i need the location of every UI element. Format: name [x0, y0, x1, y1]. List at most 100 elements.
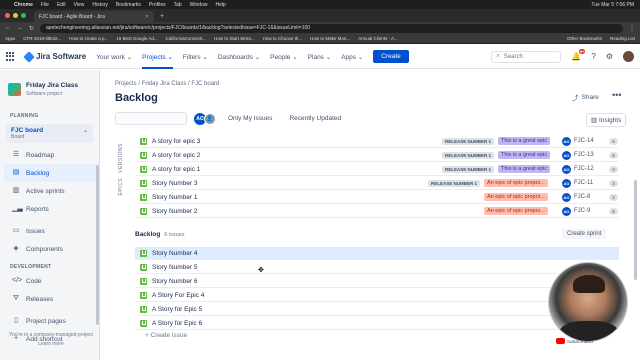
- jira-logo[interactable]: Jira Software: [23, 50, 86, 63]
- nav-projects[interactable]: Projects ⌄: [142, 53, 173, 69]
- sidebar-item-reports[interactable]: ▁▃ Reports: [0, 200, 99, 218]
- backlog-issue-row[interactable]: Story Number 6: [135, 275, 619, 288]
- notifications-icon[interactable]: 🔔 9+: [571, 49, 586, 61]
- back-icon[interactable]: ←: [5, 25, 11, 31]
- menu-file[interactable]: File: [41, 2, 49, 8]
- menu-window[interactable]: Window: [190, 2, 208, 8]
- reload-icon[interactable]: ↻: [29, 25, 34, 32]
- forward-icon[interactable]: →: [17, 25, 23, 31]
- versions-panel-tab[interactable]: VERSIONS: [118, 143, 124, 173]
- nav-plans[interactable]: Plans ⌄: [308, 53, 332, 61]
- assignee-avatar[interactable]: AO: [562, 206, 571, 216]
- menu-tab[interactable]: Tab: [174, 2, 182, 8]
- nav-apps[interactable]: Apps ⌄: [341, 53, 363, 61]
- bookmark-item[interactable]: How to Make Mon...: [310, 36, 350, 41]
- fix-version-lozenge[interactable]: RELEASE NUMBER 1: [442, 137, 495, 145]
- epic-lozenge[interactable]: An epic of epic propor...: [484, 179, 548, 187]
- assignee-avatar[interactable]: AO: [562, 178, 571, 188]
- minimize-window-icon[interactable]: [13, 13, 18, 18]
- story-points[interactable]: 5: [609, 137, 618, 145]
- bookmark-item[interactable]: CaliforniaConnecti...: [166, 36, 207, 41]
- bookmark-item[interactable]: Annual Clients - A...: [358, 36, 398, 41]
- menu-bookmarks[interactable]: Bookmarks: [116, 2, 141, 8]
- unassigned-avatar[interactable]: 👤: [204, 112, 216, 125]
- app-switcher-icon[interactable]: [6, 52, 15, 61]
- issue-key[interactable]: FJC-14: [574, 138, 594, 144]
- epic-lozenge[interactable]: This is a great epic: [498, 165, 551, 173]
- menu-profiles[interactable]: Profiles: [149, 2, 166, 8]
- breadcrumb[interactable]: Projects / Friday Jira Class / FJC board: [115, 81, 219, 87]
- sprint-issue-row[interactable]: Story Number 1 An epic of epic propor... A…: [135, 191, 619, 204]
- close-window-icon[interactable]: [5, 13, 10, 18]
- fix-version-lozenge[interactable]: RELEASE NUMBER 1: [442, 165, 495, 173]
- story-points[interactable]: 3: [609, 165, 618, 173]
- epic-lozenge[interactable]: This is a great epic: [498, 137, 551, 145]
- epic-lozenge[interactable]: This is a great epic: [498, 151, 551, 159]
- epics-panel-tab[interactable]: EPICS: [118, 178, 124, 196]
- bookmark-item[interactable]: CFR-2018-title32...: [23, 36, 61, 41]
- sidebar-item-project-pages[interactable]: ▯ Project pages: [0, 312, 99, 330]
- other-bookmarks[interactable]: Other Bookmarks: [567, 36, 602, 41]
- close-tab-icon[interactable]: ✕: [145, 14, 149, 20]
- create-button[interactable]: Create: [373, 50, 409, 63]
- backlog-heading[interactable]: Backlog 6 issues: [135, 231, 184, 238]
- menu-help[interactable]: Help: [215, 2, 225, 8]
- sprint-issue-row[interactable]: A story for epic 3 RELEASE NUMBER 1 This i…: [135, 135, 619, 148]
- maximize-window-icon[interactable]: [21, 13, 26, 18]
- settings-icon[interactable]: ⚙: [606, 52, 613, 61]
- issue-key[interactable]: FJC-9: [574, 208, 590, 214]
- url-field[interactable]: apetechengineering.atlassian.net/jira/so…: [40, 23, 623, 33]
- new-tab-button[interactable]: +: [160, 13, 164, 20]
- browser-tab[interactable]: FJC board - Agile Board - Jira ✕: [34, 11, 154, 22]
- nav-your-work[interactable]: Your work ⌄: [96, 53, 132, 61]
- sprint-issue-row[interactable]: A story for epic 2 RELEASE NUMBER 1 This i…: [135, 149, 619, 162]
- share-button[interactable]: ⤴ Share: [572, 92, 599, 103]
- sprint-issue-row[interactable]: Story Number 3 RELEASE NUMBER 1 An epic of…: [135, 177, 619, 190]
- issue-key[interactable]: FJC-13: [574, 152, 594, 158]
- sidebar-item-roadmap[interactable]: ☰ Roadmap: [0, 146, 99, 164]
- more-actions-button[interactable]: •••: [612, 90, 621, 100]
- sidebar-item-code[interactable]: </> Code: [0, 272, 99, 290]
- backlog-issue-row[interactable]: A Story for Epic 5: [135, 303, 619, 316]
- main-scrollbar[interactable]: [634, 180, 637, 280]
- create-sprint-button[interactable]: Create sprint: [562, 229, 607, 239]
- backlog-issue-row[interactable]: Story Number 4: [135, 247, 619, 260]
- story-points[interactable]: 8: [609, 151, 618, 159]
- create-issue-button[interactable]: + Create issue: [145, 332, 187, 339]
- bookmark-item[interactable]: Apps: [5, 36, 15, 41]
- story-points[interactable]: 8: [609, 207, 618, 215]
- sprint-issue-row[interactable]: A story for epic 1 RELEASE NUMBER 1 This i…: [135, 163, 619, 176]
- bookmark-item[interactable]: 15 Best Google Ad...: [116, 36, 157, 41]
- backlog-search-input[interactable]: [115, 112, 187, 125]
- nav-dashboards[interactable]: Dashboards ⌄: [218, 53, 260, 61]
- app-name[interactable]: Chrome: [14, 2, 33, 8]
- issue-key[interactable]: FJC-11: [574, 180, 593, 186]
- sidebar-item-issues[interactable]: ▭ Issues: [0, 222, 99, 240]
- story-points[interactable]: 3: [609, 179, 618, 187]
- menu-edit[interactable]: Edit: [57, 2, 66, 8]
- menu-history[interactable]: History: [92, 2, 108, 8]
- nav-people[interactable]: People ⌄: [270, 53, 298, 61]
- issue-key[interactable]: FJC-12: [574, 166, 594, 172]
- nav-filters[interactable]: Filters ⌄: [183, 53, 208, 61]
- learn-more-link[interactable]: Learn more: [4, 341, 98, 347]
- project-header[interactable]: Friday Jira Class Software project: [0, 70, 99, 107]
- fix-version-lozenge[interactable]: RELEASE NUMBER 1: [442, 151, 495, 159]
- sidebar-item-components[interactable]: ◈ Components: [0, 240, 99, 258]
- epic-lozenge[interactable]: An epic of epic propor...: [484, 207, 548, 215]
- assignee-avatar[interactable]: AO: [562, 136, 571, 146]
- sidebar-item-active-sprints[interactable]: ▥ Active sprints: [0, 182, 99, 200]
- assignee-avatar[interactable]: AO: [562, 164, 571, 174]
- user-avatar[interactable]: [623, 51, 634, 62]
- extensions-icon[interactable]: ⋮: [629, 25, 635, 32]
- issue-key[interactable]: FJC-8: [574, 194, 590, 200]
- assignee-avatar[interactable]: AO: [562, 192, 571, 202]
- sprint-issue-row[interactable]: Story Number 2 An epic of epic propor... A…: [135, 205, 619, 218]
- bookmark-item[interactable]: How to Choose th...: [263, 36, 303, 41]
- sidebar-item-releases[interactable]: ⛛ Releases: [0, 290, 99, 308]
- only-my-issues-filter[interactable]: Only My Issues: [223, 112, 277, 125]
- backlog-issue-row[interactable]: A Story for Epic 6: [135, 317, 619, 330]
- fix-version-lozenge[interactable]: RELEASE NUMBER 1: [428, 179, 481, 187]
- sidebar-scrollbar[interactable]: [96, 165, 99, 325]
- recently-updated-filter[interactable]: Recently Updated: [284, 112, 346, 125]
